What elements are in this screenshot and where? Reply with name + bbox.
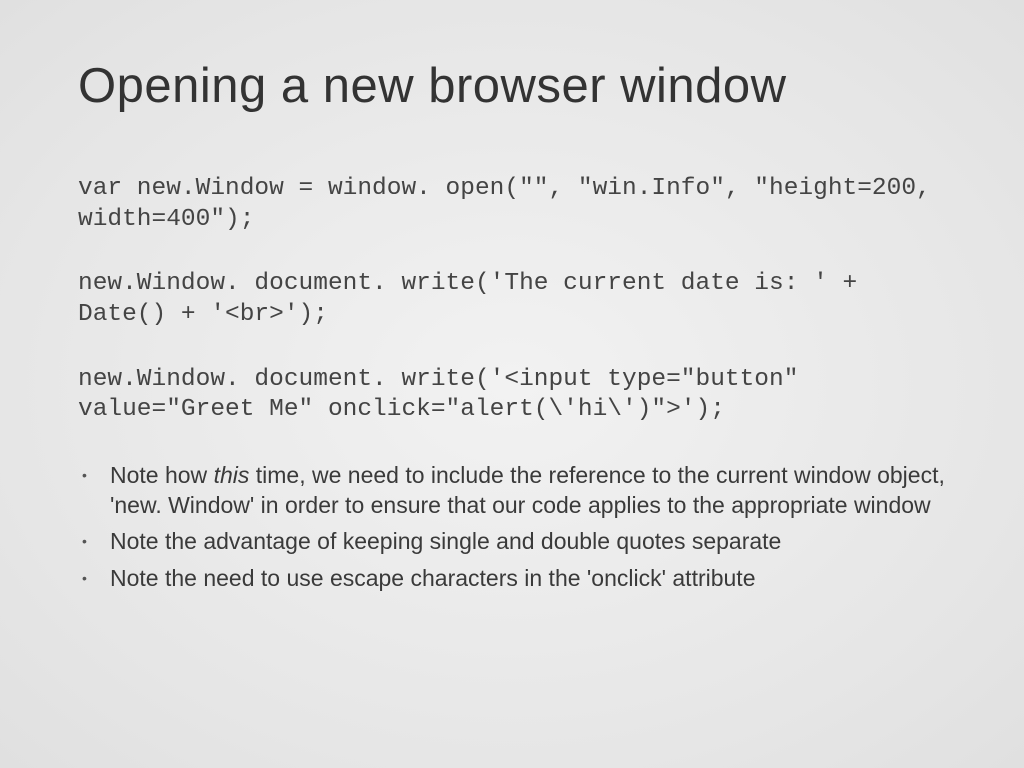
bullet-text-em: this — [214, 462, 250, 488]
slide-title: Opening a new browser window — [78, 58, 946, 114]
code-block-2: new.Window. document. write('The current… — [78, 269, 946, 330]
list-item: Note how this time, we need to include t… — [104, 460, 946, 521]
list-item: Note the advantage of keeping single and… — [104, 526, 946, 556]
bullet-text-pre: Note how — [110, 462, 214, 488]
slide-container: Opening a new browser window var new.Win… — [0, 0, 1024, 768]
code-block-1: var new.Window = window. open("", "win.I… — [78, 174, 946, 235]
notes-list: Note how this time, we need to include t… — [78, 460, 946, 593]
list-item: Note the need to use escape characters i… — [104, 563, 946, 593]
code-block-3: new.Window. document. write('<input type… — [78, 365, 946, 426]
